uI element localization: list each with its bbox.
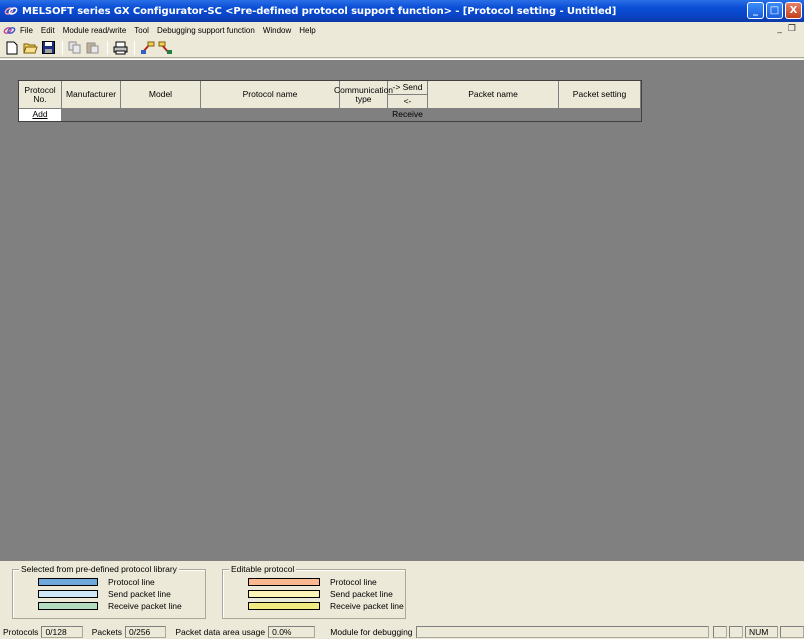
header-model[interactable]: Model (121, 81, 201, 109)
app-icon[interactable] (3, 4, 19, 18)
status-indicator (729, 626, 743, 638)
read-from-module-button[interactable] (139, 40, 155, 56)
paste-button[interactable] (85, 40, 101, 56)
paste-icon (86, 42, 99, 54)
protocols-label: Protocols (3, 627, 39, 637)
legend-label: Send packet line (108, 589, 171, 599)
add-protocol-button[interactable]: Add (19, 109, 62, 121)
grid-header: Protocol No. Manufacturer Model Protocol… (19, 81, 641, 119)
editable-receive-packet-line-swatch (248, 602, 320, 610)
editable-legend-title: Editable protocol (229, 564, 297, 574)
library-protocol-line-swatch (38, 578, 98, 586)
document-icon[interactable] (2, 24, 16, 37)
read-icon (140, 41, 154, 54)
packets-label: Packets (91, 627, 122, 637)
title-bar: MELSOFT series GX Configurator-SC <Pre-d… (0, 0, 804, 22)
editable-send-packet-line-swatch (248, 590, 320, 598)
mdi-minimize-button[interactable]: _ (777, 24, 782, 34)
legend-item: Protocol line (38, 577, 155, 587)
library-legend-title: Selected from pre-defined protocol libra… (19, 564, 179, 574)
header-manufacturer[interactable]: Manufacturer (62, 81, 121, 109)
debug-module-label: Module for debugging (330, 627, 413, 637)
print-button[interactable] (112, 40, 128, 56)
save-icon (41, 41, 55, 54)
maximize-button[interactable]: □ (766, 2, 783, 19)
toolbar-separator (134, 40, 135, 55)
new-button[interactable] (4, 40, 20, 56)
header-send-receive[interactable]: -> Send <- Receive (388, 81, 428, 119)
num-lock-indicator: NUM (744, 626, 779, 638)
legend-item: Receive packet line (248, 601, 404, 611)
menu-window[interactable]: Window (259, 26, 295, 35)
legend-label: Send packet line (330, 589, 393, 599)
header-send: -> Send (388, 81, 427, 95)
header-protocol-no[interactable]: Protocol No. (19, 81, 62, 109)
header-packet-name[interactable]: Packet name (428, 81, 559, 109)
mdi-client-area (0, 59, 804, 561)
toolbar-separator (107, 40, 108, 55)
toolbar-separator (62, 40, 63, 55)
legend-panel: Selected from pre-defined protocol libra… (0, 561, 804, 625)
menu-debugging-support[interactable]: Debugging support function (153, 26, 259, 35)
new-icon (6, 41, 18, 54)
library-receive-packet-line-swatch (38, 602, 98, 610)
minimize-button[interactable]: _ (747, 2, 764, 19)
mdi-restore-button[interactable]: ❐ (788, 24, 796, 34)
legend-label: Receive packet line (330, 601, 404, 611)
menu-edit[interactable]: Edit (37, 26, 59, 35)
close-icon: X (789, 4, 798, 16)
menu-file[interactable]: File (16, 26, 37, 35)
window-title: MELSOFT series GX Configurator-SC <Pre-d… (22, 5, 617, 17)
header-protocol-name[interactable]: Protocol name (201, 81, 340, 109)
protocol-grid[interactable]: Protocol No. Manufacturer Model Protocol… (18, 80, 642, 122)
legend-label: Protocol line (108, 577, 155, 587)
protocols-count: 0/128 (41, 626, 83, 638)
library-legend-group: Selected from pre-defined protocol libra… (12, 564, 206, 619)
legend-item: Send packet line (248, 589, 393, 599)
editable-protocol-line-swatch (248, 578, 320, 586)
close-button[interactable]: X (785, 2, 802, 19)
write-icon (158, 41, 172, 54)
table-row: Add (19, 109, 641, 121)
toolbar (0, 38, 804, 58)
open-button[interactable] (22, 40, 38, 56)
print-icon (113, 41, 127, 54)
header-receive: <- Receive (392, 95, 423, 119)
save-button[interactable] (40, 40, 56, 56)
usage-value: 0.0% (268, 626, 316, 638)
legend-label: Receive packet line (108, 601, 182, 611)
packets-count: 0/256 (125, 626, 167, 638)
open-icon (22, 43, 38, 54)
write-to-module-button[interactable] (157, 40, 173, 56)
legend-label: Protocol line (330, 577, 377, 587)
legend-item: Send packet line (38, 589, 171, 599)
menu-help[interactable]: Help (295, 26, 319, 35)
status-bar: Protocols 0/128 Packets 0/256 Packet dat… (0, 625, 804, 639)
menu-tool[interactable]: Tool (130, 26, 153, 35)
legend-item: Receive packet line (38, 601, 182, 611)
header-communication-type[interactable]: Communication type (334, 81, 393, 109)
status-indicator (780, 626, 804, 638)
header-packet-setting[interactable]: Packet setting (559, 81, 641, 109)
menu-bar: File Edit Module read/write Tool Debuggi… (0, 22, 804, 38)
usage-label: Packet data area usage (175, 627, 266, 637)
library-send-packet-line-swatch (38, 590, 98, 598)
status-indicator (713, 626, 728, 638)
debug-module-field (415, 626, 710, 638)
menu-module-read-write[interactable]: Module read/write (59, 26, 131, 35)
legend-item: Protocol line (248, 577, 377, 587)
copy-button[interactable] (67, 40, 83, 56)
copy-icon (68, 41, 81, 54)
maximize-icon: □ (769, 4, 780, 16)
editable-legend-group: Editable protocol Protocol line Send pac… (222, 564, 406, 619)
minimize-icon: _ (753, 4, 758, 16)
